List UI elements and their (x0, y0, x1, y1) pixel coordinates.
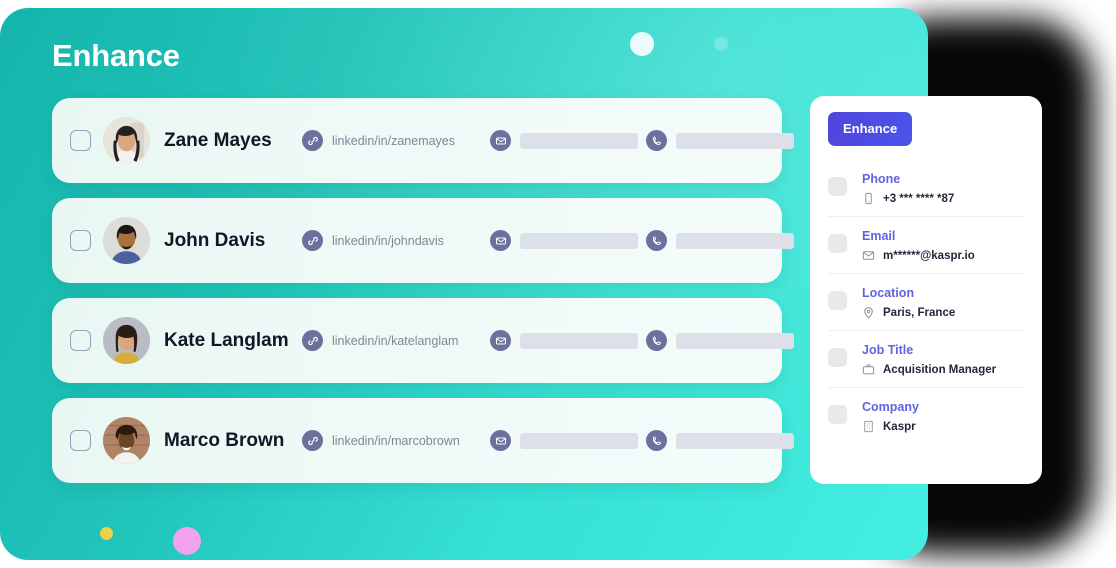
avatar (103, 417, 150, 464)
briefcase-icon (862, 363, 875, 376)
phone-field[interactable] (646, 130, 794, 151)
linkedin-url: linkedin/in/johndavis (332, 233, 444, 248)
detail-field-list: Phone +3 *** **** *87 Email m******@kasp… (828, 160, 1024, 444)
link-icon (302, 230, 323, 251)
linkedin-field[interactable]: linkedin/in/katelanglam (302, 330, 482, 351)
envelope-icon (490, 230, 511, 251)
enhance-button[interactable]: Enhance (828, 112, 913, 146)
contact-name: Kate Langlam (164, 329, 289, 351)
row-checkbox[interactable] (70, 330, 91, 351)
linkedin-field[interactable]: linkedin/in/zanemayes (302, 130, 482, 151)
contact-name: Marco Brown (164, 429, 285, 451)
email-masked-bar (520, 232, 638, 249)
phone-icon (646, 430, 667, 451)
contact-name: John Davis (164, 229, 266, 251)
avatar (103, 217, 150, 264)
linkedin-field[interactable]: linkedin/in/marcobrown (302, 430, 482, 451)
avatar (103, 117, 150, 164)
phone-masked-bar (676, 132, 794, 149)
detail-checkbox[interactable] (828, 348, 847, 367)
detail-item-phone[interactable]: Phone +3 *** **** *87 (828, 160, 1024, 217)
decorative-dot-yellow (100, 527, 113, 540)
table-row[interactable]: Marco Brown linkedin/in/marcobrown (52, 398, 794, 483)
phone-masked-bar (676, 432, 794, 449)
avatar (103, 317, 150, 364)
email-field[interactable] (490, 130, 638, 151)
phone-icon (646, 230, 667, 251)
detail-checkbox[interactable] (828, 234, 847, 253)
detail-value-row: Acquisition Manager (862, 363, 996, 376)
phone-masked-bar (676, 232, 794, 249)
phone-field[interactable] (646, 430, 794, 451)
detail-label: Phone (862, 172, 901, 186)
detail-body: Job Title Acquisition Manager (862, 342, 996, 376)
detail-body: Location Paris, France (862, 285, 955, 319)
contact-name: Zane Mayes (164, 129, 272, 151)
link-icon (302, 430, 323, 451)
table-row[interactable]: John Davis linkedin/in/johndavis (52, 198, 794, 283)
mobile-icon (862, 192, 875, 205)
contact-detail-card: Enhance Phone +3 *** **** *87 Email m***… (810, 96, 1042, 484)
decorative-dot-pink (173, 527, 201, 555)
detail-label: Location (862, 286, 915, 300)
detail-body: Phone +3 *** **** *87 (862, 171, 954, 205)
map-pin-icon (862, 306, 875, 319)
detail-value-row: Paris, France (862, 306, 955, 319)
table-row[interactable]: Zane Mayes linkedin/in/zanemayes (52, 98, 794, 183)
detail-label: Email (862, 229, 896, 243)
detail-item-job-title[interactable]: Job Title Acquisition Manager (828, 331, 1024, 388)
row-checkbox[interactable] (70, 130, 91, 151)
detail-value: m******@kaspr.io (883, 249, 975, 262)
linkedin-url: linkedin/in/katelanglam (332, 333, 459, 348)
link-icon (302, 130, 323, 151)
decorative-circle-small (714, 37, 728, 51)
phone-icon (646, 330, 667, 351)
linkedin-url: linkedin/in/zanemayes (332, 133, 455, 148)
email-field[interactable] (490, 430, 638, 451)
detail-value: Kaspr (883, 420, 916, 433)
email-masked-bar (520, 332, 638, 349)
detail-body: Email m******@kaspr.io (862, 228, 975, 262)
phone-icon (646, 130, 667, 151)
envelope-icon (490, 130, 511, 151)
email-field[interactable] (490, 230, 638, 251)
phone-field[interactable] (646, 330, 794, 351)
contact-list: Zane Mayes linkedin/in/zanemayes John Da… (52, 98, 794, 498)
decorative-circle-large (630, 32, 654, 56)
app-root: Enhance Zane Mayes linkedin/in/zanemayes (0, 0, 1116, 568)
row-checkbox[interactable] (70, 430, 91, 451)
detail-value: Acquisition Manager (883, 363, 997, 376)
detail-value-row: m******@kaspr.io (862, 249, 975, 262)
email-masked-bar (520, 132, 638, 149)
detail-value-row: Kaspr (862, 420, 919, 433)
detail-label: Job Title (862, 343, 914, 357)
detail-checkbox[interactable] (828, 405, 847, 424)
table-row[interactable]: Kate Langlam linkedin/in/katelanglam (52, 298, 794, 383)
envelope-icon (490, 330, 511, 351)
email-masked-bar (520, 432, 638, 449)
phone-field[interactable] (646, 230, 794, 251)
detail-value-row: +3 *** **** *87 (862, 192, 954, 205)
envelope-icon (490, 430, 511, 451)
detail-checkbox[interactable] (828, 291, 847, 310)
building-icon (862, 420, 875, 433)
detail-label: Company (862, 400, 919, 414)
detail-item-email[interactable]: Email m******@kaspr.io (828, 217, 1024, 274)
detail-checkbox[interactable] (828, 177, 847, 196)
row-checkbox[interactable] (70, 230, 91, 251)
detail-body: Company Kaspr (862, 399, 919, 433)
detail-item-location[interactable]: Location Paris, France (828, 274, 1024, 331)
phone-masked-bar (676, 332, 794, 349)
detail-value: +3 *** **** *87 (883, 192, 955, 205)
email-field[interactable] (490, 330, 638, 351)
detail-value: Paris, France (883, 306, 956, 319)
linkedin-url: linkedin/in/marcobrown (332, 433, 460, 448)
envelope-icon (862, 249, 875, 262)
page-title: Enhance (52, 38, 180, 73)
detail-item-company[interactable]: Company Kaspr (828, 388, 1024, 444)
link-icon (302, 330, 323, 351)
linkedin-field[interactable]: linkedin/in/johndavis (302, 230, 482, 251)
